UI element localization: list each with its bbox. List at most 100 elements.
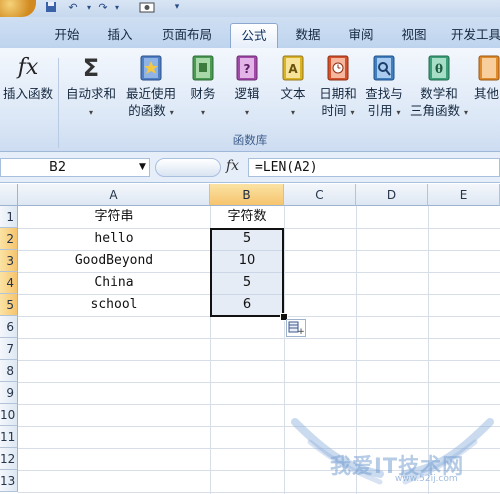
- row-header-3[interactable]: 3: [0, 250, 18, 272]
- cell-b2[interactable]: 5: [210, 228, 284, 250]
- name-box-dropdown-icon[interactable]: ▼: [139, 162, 146, 172]
- column-header-b[interactable]: B: [210, 184, 284, 206]
- tab-developer[interactable]: 开发工具: [445, 23, 500, 48]
- formula-cancel-enter-area[interactable]: [155, 158, 221, 177]
- lookup-label: 查找与: [365, 86, 403, 101]
- cell-b1[interactable]: 字符数: [210, 206, 284, 228]
- customize-icon[interactable]: ▾: [170, 1, 184, 14]
- more-book-icon: [478, 55, 500, 81]
- insert-function-button[interactable]: fx 插入函数: [0, 52, 56, 130]
- chevron-down-icon: ▾: [88, 108, 93, 117]
- formula-input[interactable]: =LEN(A2): [248, 158, 500, 177]
- row-header-2[interactable]: 2: [0, 228, 18, 250]
- row-header-11[interactable]: 11: [0, 426, 18, 448]
- tab-data[interactable]: 数据: [284, 23, 332, 48]
- cell-a2[interactable]: hello: [18, 228, 210, 250]
- financial-button[interactable]: 财务 ▾: [183, 52, 223, 130]
- cell-a1[interactable]: 字符串: [18, 206, 210, 228]
- row-header-1[interactable]: 1: [0, 206, 18, 228]
- row-header-5[interactable]: 5: [0, 294, 18, 316]
- tab-view[interactable]: 视图: [390, 23, 438, 48]
- lookup-book-icon: [373, 55, 395, 81]
- office-button[interactable]: [0, 0, 36, 17]
- datetime-label: 日期和: [319, 86, 357, 101]
- math-book-icon: θ: [428, 55, 450, 81]
- cell-b4[interactable]: 5: [210, 272, 284, 294]
- column-header-d[interactable]: D: [356, 184, 428, 206]
- cell-b5[interactable]: 6: [210, 294, 284, 316]
- math-label-line2: 三角函数: [409, 103, 460, 118]
- tab-home[interactable]: 开始: [43, 23, 91, 48]
- more-functions-button[interactable]: 其他: [474, 52, 500, 130]
- financial-label: 财务: [190, 86, 216, 101]
- recent-label-line2: 的函数: [128, 103, 166, 118]
- row-header-12[interactable]: 12: [0, 448, 18, 470]
- row-header-9[interactable]: 9: [0, 382, 18, 404]
- row-header-4[interactable]: 4: [0, 272, 18, 294]
- chevron-down-icon: ▾: [169, 108, 174, 117]
- redo-icon[interactable]: ↷: [96, 1, 110, 14]
- auto-fill-options-button[interactable]: +: [286, 319, 306, 337]
- tab-formulas[interactable]: 公式: [230, 23, 278, 48]
- gridline: [18, 338, 500, 339]
- formula-bar: B2 ▼ fx =LEN(A2): [0, 152, 500, 183]
- column-header-a[interactable]: A: [18, 184, 210, 206]
- watermark-url: www.52ij.com: [395, 474, 458, 484]
- logical-book-icon: ?: [236, 55, 258, 81]
- redo-dropdown-icon[interactable]: ▾: [110, 1, 124, 14]
- save-icon[interactable]: [44, 1, 58, 14]
- financial-book-icon: [192, 55, 214, 81]
- row-header-8[interactable]: 8: [0, 360, 18, 382]
- row-header-13[interactable]: 13: [0, 470, 18, 492]
- recent-label: 最近使用: [125, 86, 176, 101]
- fx-icon: fx: [17, 55, 39, 80]
- tab-review[interactable]: 审阅: [337, 23, 385, 48]
- chevron-down-icon: ▾: [463, 108, 468, 117]
- svg-text:θ: θ: [435, 62, 443, 76]
- svg-text:A: A: [288, 62, 298, 76]
- math-trig-button[interactable]: θ 数学和 三角函数 ▾: [408, 52, 470, 130]
- logical-label: 逻辑: [234, 86, 260, 101]
- chevron-down-icon: ▾: [290, 108, 295, 117]
- ribbon: fx 插入函数 Σ 自动求和 ▾ 最近使用 的函数 ▾ 财务 ▾ ? 逻辑 ▾ …: [0, 48, 500, 152]
- recent-functions-button[interactable]: 最近使用 的函数 ▾: [122, 52, 180, 130]
- cell-a4[interactable]: China: [18, 272, 210, 294]
- undo-icon[interactable]: ↶: [66, 1, 80, 14]
- undo-dropdown-icon[interactable]: ▾: [82, 1, 96, 14]
- text-functions-button[interactable]: A 文本 ▾: [273, 52, 313, 130]
- math-label: 数学和: [420, 86, 458, 101]
- insert-function-icon[interactable]: fx: [226, 158, 239, 174]
- date-time-book-icon: [327, 55, 349, 81]
- more-label: 其他: [474, 86, 500, 101]
- cell-a3[interactable]: GoodBeyond: [18, 250, 210, 272]
- row-header-7[interactable]: 7: [0, 338, 18, 360]
- cell-a5[interactable]: school: [18, 294, 210, 316]
- group-label-function-library: 函数库: [232, 133, 268, 147]
- ribbon-tabs: 开始 插入 页面布局 公式 数据 审阅 视图 开发工具: [0, 17, 500, 49]
- sigma-icon: Σ: [82, 54, 100, 82]
- chevron-down-icon: ▾: [396, 108, 401, 117]
- book-star-icon: [140, 55, 162, 81]
- svg-text:?: ?: [244, 62, 251, 76]
- gridline: [18, 360, 500, 361]
- insert-function-label: 插入函数: [2, 86, 53, 101]
- tab-insert[interactable]: 插入: [96, 23, 144, 48]
- camera-icon[interactable]: [138, 1, 156, 14]
- autosum-button[interactable]: Σ 自动求和 ▾: [62, 52, 120, 130]
- row-header-10[interactable]: 10: [0, 404, 18, 426]
- svg-text:+: +: [297, 327, 305, 336]
- date-time-button[interactable]: 日期和 时间 ▾: [316, 52, 360, 130]
- tab-page-layout[interactable]: 页面布局: [152, 23, 222, 48]
- column-header-c[interactable]: C: [284, 184, 356, 206]
- name-box[interactable]: B2: [0, 158, 150, 177]
- datetime-label-line2: 时间: [321, 103, 347, 118]
- chevron-down-icon: ▾: [350, 108, 355, 117]
- select-all-corner[interactable]: [0, 184, 18, 206]
- logical-button[interactable]: ? 逻辑 ▾: [227, 52, 267, 130]
- column-header-e[interactable]: E: [428, 184, 500, 206]
- text-book-icon: A: [282, 55, 304, 81]
- gridline: [18, 382, 500, 383]
- cell-b3[interactable]: 10: [210, 250, 284, 272]
- lookup-reference-button[interactable]: 查找与 引用 ▾: [361, 52, 407, 130]
- row-header-6[interactable]: 6: [0, 316, 18, 338]
